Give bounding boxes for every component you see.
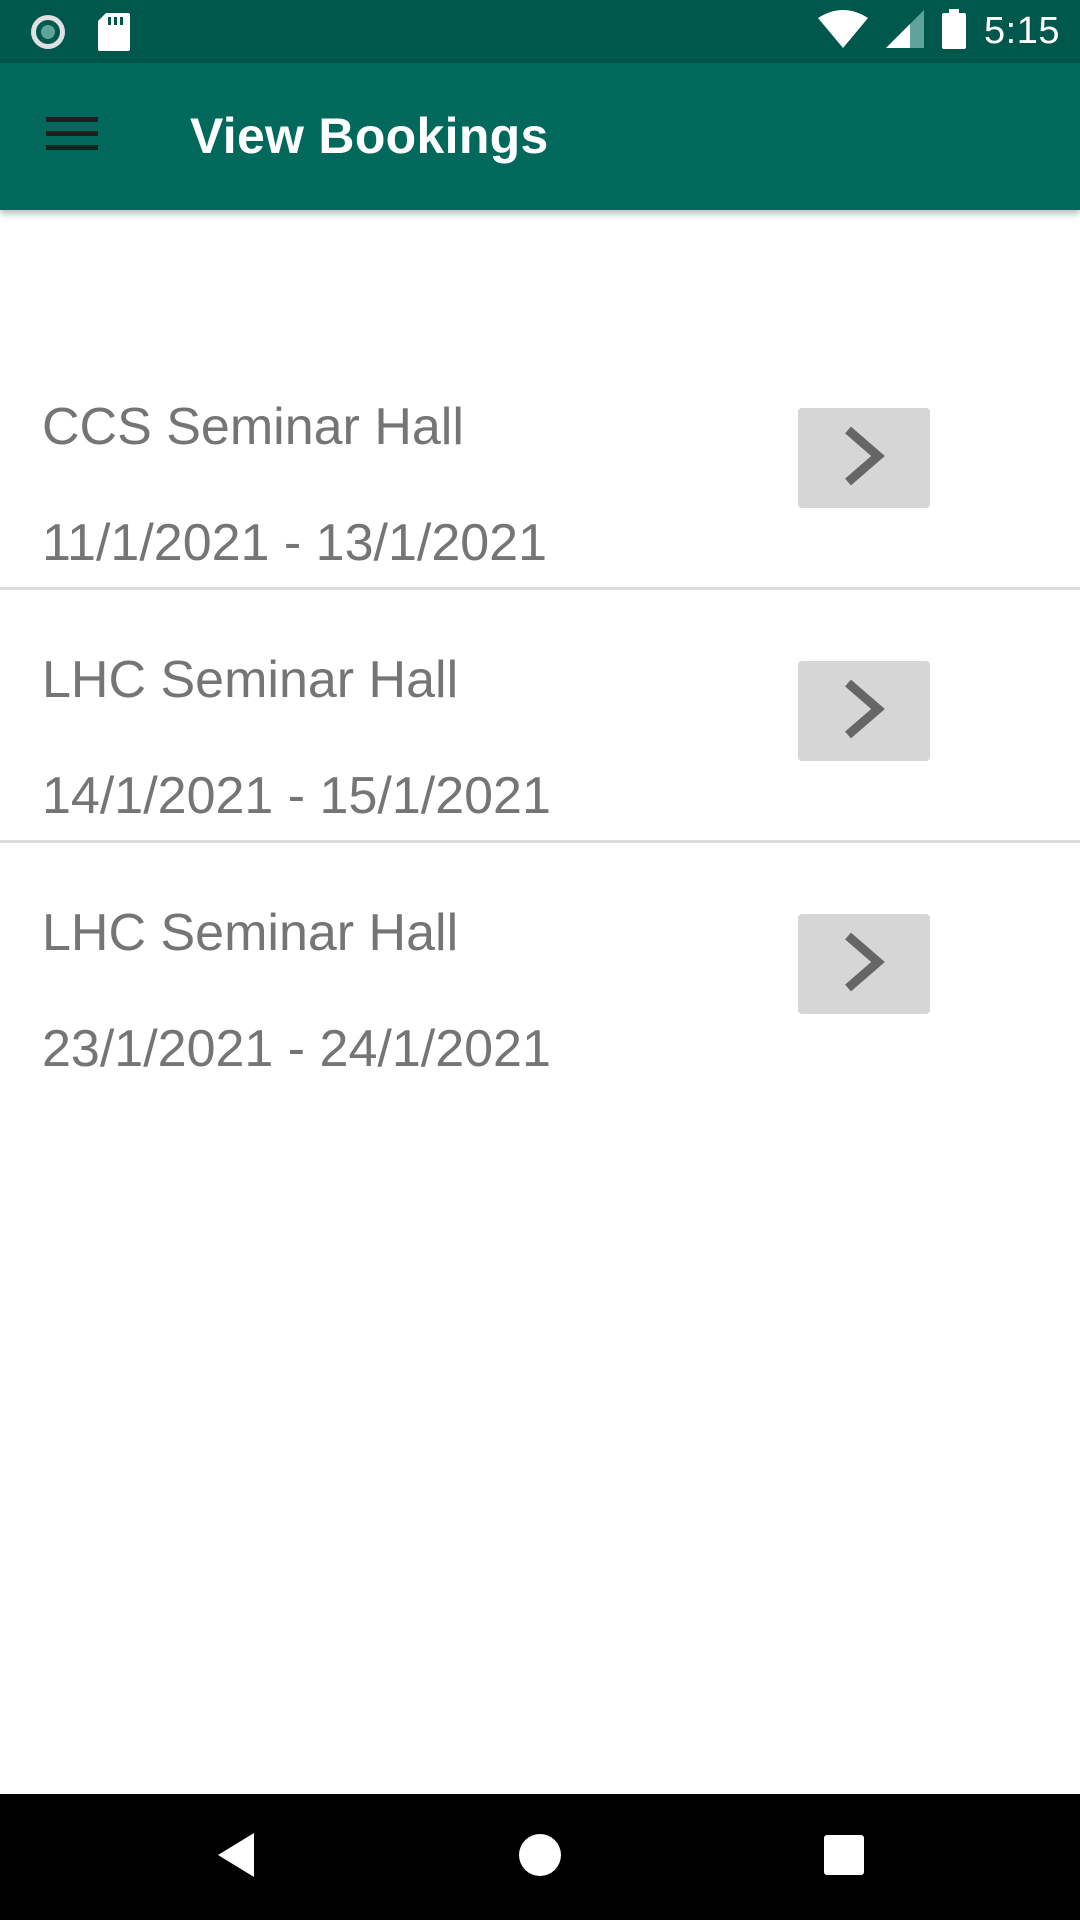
open-booking-button[interactable] (798, 408, 930, 508)
page-title: View Bookings (190, 108, 549, 164)
menu-button[interactable] (34, 101, 110, 171)
nav-back-button[interactable] (166, 1794, 306, 1920)
app-bar: View Bookings (0, 63, 1080, 210)
status-right-icons: 5:15 (818, 0, 1060, 63)
nav-home-button[interactable] (470, 1794, 610, 1920)
booking-item[interactable]: CCS Seminar Hall 11/1/2021 - 13/1/2021 (0, 337, 1080, 590)
booking-name: LHC Seminar Hall (42, 904, 459, 962)
booking-item[interactable]: LHC Seminar Hall 23/1/2021 - 24/1/2021 (0, 843, 1080, 1096)
recents-icon (824, 1834, 864, 1880)
bookings-list: CCS Seminar Hall 11/1/2021 - 13/1/2021 L… (0, 210, 1080, 1794)
hamburger-menu-icon (46, 115, 98, 158)
booking-name: LHC Seminar Hall (42, 651, 459, 709)
system-nav-bar (0, 1794, 1080, 1920)
radio-icon (28, 12, 68, 57)
status-bar: 5:15 (0, 0, 1080, 63)
wifi-icon (818, 10, 869, 53)
signal-icon (886, 10, 925, 53)
home-icon (517, 1832, 563, 1883)
booking-dates: 11/1/2021 - 13/1/2021 (42, 514, 548, 572)
chevron-right-icon (842, 426, 886, 491)
chevron-right-icon (842, 679, 886, 744)
open-booking-button[interactable] (798, 914, 930, 1014)
booking-name: CCS Seminar Hall (42, 398, 464, 456)
battery-icon (942, 9, 967, 54)
booking-dates: 23/1/2021 - 24/1/2021 (42, 1020, 551, 1078)
status-time: 5:15 (984, 10, 1060, 52)
nav-recents-button[interactable] (774, 1794, 914, 1920)
sd-card-icon (98, 13, 130, 56)
chevron-right-icon (842, 932, 886, 997)
booking-dates: 14/1/2021 - 15/1/2021 (42, 767, 551, 825)
open-booking-button[interactable] (798, 661, 930, 761)
booking-item[interactable]: LHC Seminar Hall 14/1/2021 - 15/1/2021 (0, 590, 1080, 843)
status-left-icons (28, 12, 130, 57)
back-icon (214, 1831, 258, 1884)
